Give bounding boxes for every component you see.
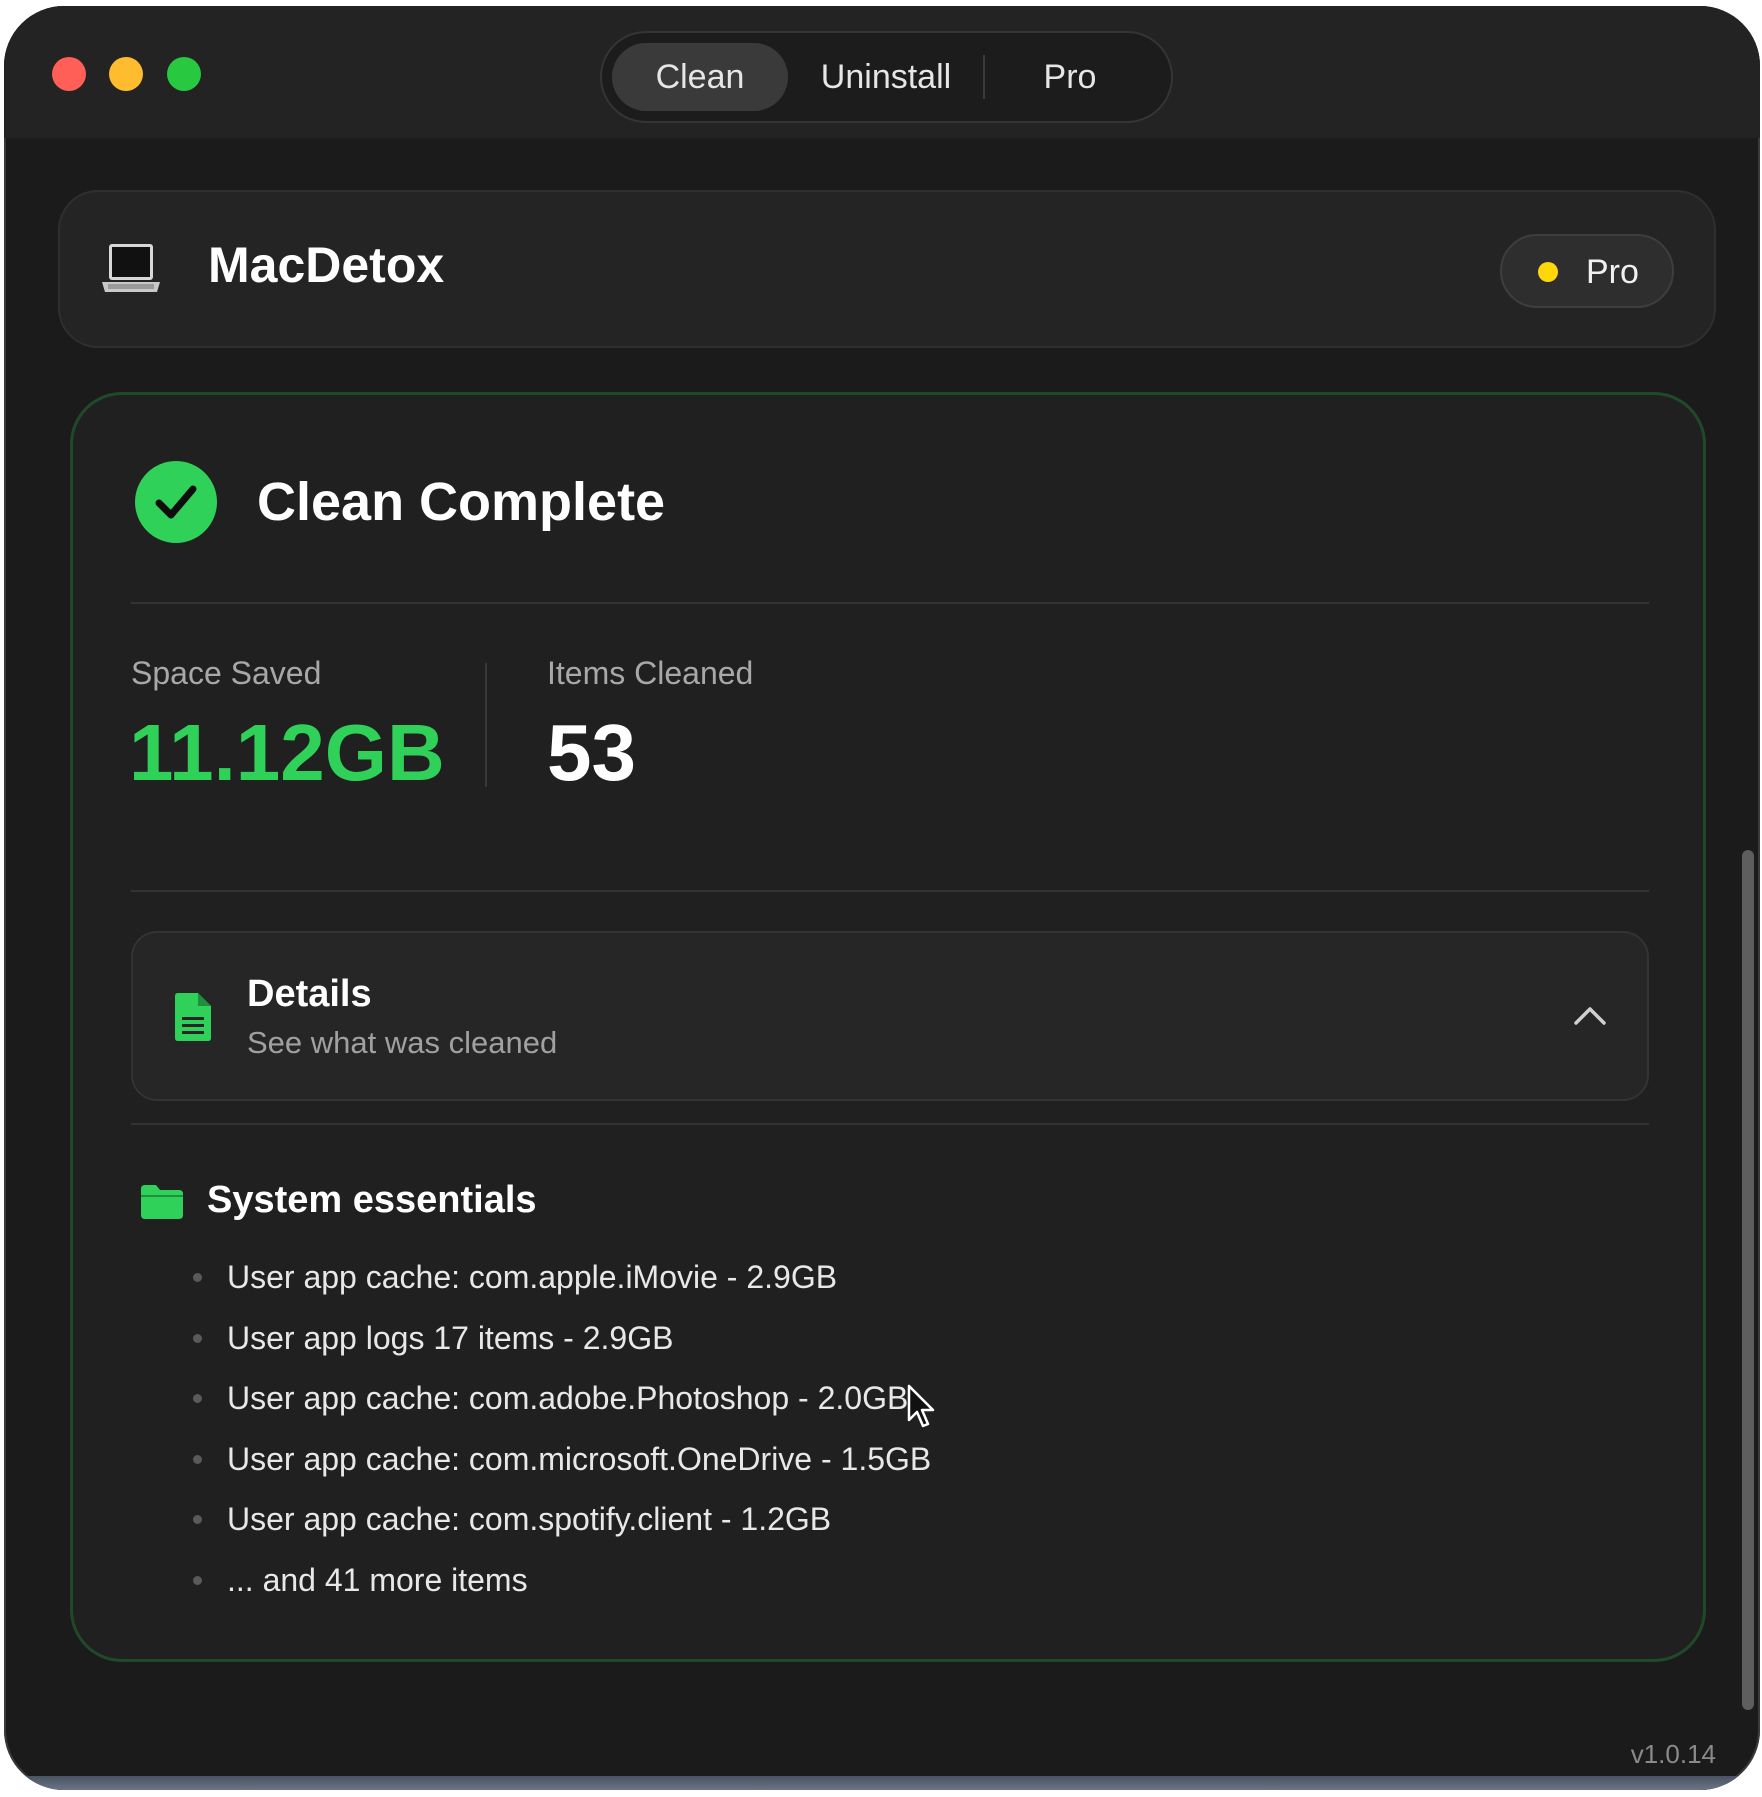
app-header: MacDetox Pro (58, 190, 1716, 348)
minimize-window-button[interactable] (109, 57, 143, 91)
laptop-icon (102, 244, 160, 292)
details-disclosure[interactable]: Details See what was cleaned (131, 931, 1649, 1101)
list-item-text: ... and 41 more items (227, 1561, 528, 1598)
group-title: System essentials (207, 1179, 537, 1221)
cleaned-items-list: User app cache: com.apple.iMovie - 2.9GB… (193, 1247, 931, 1610)
version-label: v1.0.14 (1630, 1739, 1716, 1769)
divider (131, 1123, 1649, 1125)
stat-divider (485, 663, 487, 787)
window-bottom-edge (4, 1776, 1760, 1790)
app-title: MacDetox (208, 237, 445, 293)
bullet-icon (193, 1515, 202, 1524)
zoom-window-button[interactable] (167, 57, 201, 91)
list-item: ... and 41 more items (193, 1550, 931, 1611)
items-cleaned-label: Items Cleaned (547, 655, 754, 691)
pro-status-dot-icon (1538, 262, 1558, 282)
list-item: User app logs 17 items - 2.9GB (193, 1308, 931, 1369)
bullet-icon (193, 1394, 202, 1403)
tab-pro[interactable]: Pro (982, 43, 1158, 111)
list-item-text: User app cache: com.spotify.client - 1.2… (227, 1501, 832, 1537)
details-subtitle: See what was cleaned (247, 1025, 558, 1060)
checkmark-circle-icon (135, 461, 217, 543)
divider (131, 602, 1649, 604)
details-title: Details (247, 973, 372, 1015)
list-item: User app cache: com.adobe.Photoshop - 2.… (193, 1368, 931, 1429)
space-saved-label: Space Saved (131, 655, 322, 691)
clean-result-card: Clean Complete Space Saved 11.12GB Items… (70, 392, 1706, 1662)
list-item-text: User app cache: com.adobe.Photoshop - 2.… (227, 1380, 909, 1416)
list-item-text: User app logs 17 items - 2.9GB (227, 1319, 674, 1356)
title-bar[interactable]: Clean Uninstall Pro (4, 6, 1760, 138)
mouse-cursor-icon (907, 1384, 935, 1428)
vertical-scrollbar[interactable] (1742, 850, 1754, 1710)
list-item-text: User app cache: com.microsoft.OneDrive -… (227, 1440, 932, 1477)
pro-badge-label: Pro (1586, 253, 1639, 291)
tab-uninstall[interactable]: Uninstall (798, 43, 974, 111)
list-item: User app cache: com.spotify.client - 1.2… (193, 1489, 931, 1550)
list-item: User app cache: com.apple.iMovie - 2.9GB (193, 1247, 931, 1308)
document-icon (175, 993, 211, 1041)
list-item: User app cache: com.microsoft.OneDrive -… (193, 1429, 931, 1490)
bullet-icon (193, 1454, 202, 1464)
bullet-icon (193, 1333, 202, 1343)
space-saved-value: 11.12GB (129, 708, 445, 797)
folder-icon (141, 1185, 183, 1219)
items-cleaned-value: 53 (547, 708, 636, 797)
list-item-text: User app cache: com.apple.iMovie - 2.9GB (227, 1259, 838, 1295)
pro-badge-button[interactable]: Pro (1500, 234, 1674, 308)
bullet-icon (193, 1575, 202, 1585)
divider (131, 890, 1649, 892)
tab-clean[interactable]: Clean (612, 43, 788, 111)
app-window: Clean Uninstall Pro MacDetox Pro Clean C… (4, 6, 1760, 1790)
bullet-icon (193, 1273, 202, 1282)
result-title: Clean Complete (257, 472, 666, 532)
close-window-button[interactable] (52, 57, 86, 91)
tab-segmented-control: Clean Uninstall Pro (600, 31, 1173, 123)
chevron-up-icon[interactable] (1573, 1003, 1607, 1027)
